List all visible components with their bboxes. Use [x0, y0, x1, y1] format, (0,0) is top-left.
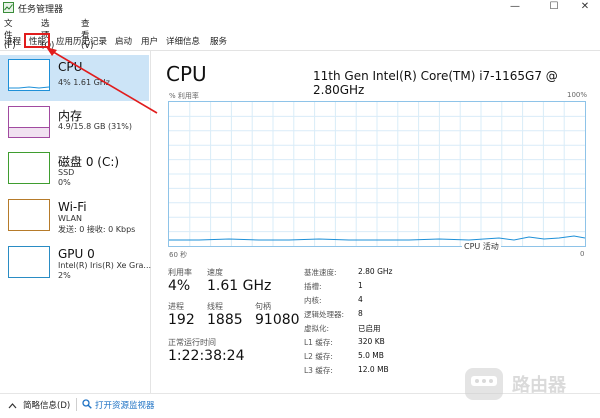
spec-label: 插槽: [304, 282, 322, 291]
tab-users[interactable]: 用户 [141, 35, 158, 47]
router-logo-icon [465, 368, 503, 400]
spec-value: 8 [358, 309, 363, 318]
spec-value: 5.0 MB [358, 351, 384, 360]
close-button[interactable]: ✕ [570, 0, 600, 16]
spec-label: 内核: [304, 296, 322, 305]
proc-label: 进程 [168, 302, 184, 311]
spec-label: 虚拟化: [304, 324, 330, 333]
minimize-button[interactable]: — [500, 0, 530, 16]
sidebar-item-detail-2: 发送: 0 接收: 0 Kbps [58, 225, 136, 234]
spec-value: 已启用 [358, 324, 381, 333]
sidebar-item-label: Wi-Fi [58, 200, 87, 214]
task-manager-icon [3, 2, 14, 13]
sidebar-item-detail-2: 2% [58, 271, 71, 280]
sidebar-item-wifi[interactable]: Wi-Fi WLAN 发送: 0 接收: 0 Kbps [0, 195, 149, 241]
sidebar-item-memory[interactable]: 内存 4.9/15.8 GB (31%) [0, 102, 149, 148]
spec-label: L3 缓存: [304, 366, 333, 375]
sidebar-item-detail: SSD [58, 168, 75, 177]
page-title: CPU [166, 62, 207, 86]
spec-label: 基准速度: [304, 268, 337, 277]
chevron-up-icon [8, 403, 17, 409]
tab-bar: 进程 性能 应用历史记录 启动 用户 详细信息 服务 [0, 33, 600, 51]
proc-value: 192 [168, 312, 195, 328]
graph-x-left: 60 秒 [169, 251, 188, 259]
spec-label: 逻辑处理器: [304, 310, 345, 319]
thread-label: 线程 [207, 302, 223, 311]
resource-monitor-icon [82, 399, 92, 409]
cpu-graph-icon [8, 59, 50, 91]
tab-details[interactable]: 详细信息 [166, 35, 200, 47]
uptime-value: 1:22:38:24 [168, 348, 245, 364]
spec-value: 320 KB [358, 337, 385, 346]
handle-value: 91080 [255, 312, 300, 328]
resource-sidebar: CPU 4% 1.61 GHz 内存 4.9/15.8 GB (31%) 磁盘 … [0, 51, 151, 393]
uptime-label: 正常运行时间 [168, 338, 216, 347]
cpu-model-name: 11th Gen Intel(R) Core(TM) i7-1165G7 @ 2… [313, 69, 558, 97]
sidebar-item-detail: 4.9/15.8 GB (31%) [58, 122, 133, 131]
spec-value: 4 [358, 295, 363, 304]
spec-label: L2 缓存: [304, 352, 333, 361]
tab-app-history[interactable]: 应用历史记录 [56, 35, 107, 47]
util-value: 4% [168, 278, 191, 294]
cpu-graph-svg [169, 102, 585, 246]
gpu-graph-icon [8, 246, 50, 278]
memory-graph-icon [8, 106, 50, 138]
sidebar-item-cpu[interactable]: CPU 4% 1.61 GHz [0, 55, 149, 101]
title-bar: 任务管理器 — ☐ ✕ [0, 0, 600, 16]
sidebar-item-detail-2: 0% [58, 178, 71, 187]
watermark-text: 路由器 [512, 375, 566, 396]
cpu-usage-graph [168, 101, 586, 247]
spec-value: 12.0 MB [358, 365, 389, 374]
open-resource-monitor-link[interactable]: 打开资源监视器 [95, 399, 155, 411]
tab-highlight-box [24, 33, 50, 48]
graph-x-right: 0 [580, 250, 585, 258]
sidebar-item-detail: WLAN [58, 214, 83, 223]
sidebar-item-label: CPU [58, 60, 83, 74]
speed-value: 1.61 GHz [207, 278, 272, 294]
wifi-graph-icon [8, 199, 50, 231]
graph-y-max: 100% [567, 91, 588, 99]
tab-startup[interactable]: 启动 [115, 35, 132, 47]
maximize-button[interactable]: ☐ [539, 0, 569, 16]
thread-value: 1885 [207, 312, 243, 328]
divider [76, 398, 77, 411]
sidebar-item-label: GPU 0 [58, 247, 95, 261]
disk-graph-icon [8, 152, 50, 184]
handle-label: 句柄 [255, 302, 271, 311]
spec-value: 2.80 GHz [358, 267, 393, 276]
graph-legend: CPU 活动 [462, 241, 501, 252]
window-title: 任务管理器 [18, 5, 64, 15]
brief-info-button[interactable]: 简略信息(D) [23, 399, 70, 411]
spec-value: 1 [358, 281, 363, 290]
sidebar-item-detail: 4% 1.61 GHz [58, 78, 111, 87]
watermark-logo: 路由器 [462, 360, 596, 410]
sidebar-item-disk[interactable]: 磁盘 0 (C:) SSD 0% [0, 148, 149, 194]
sidebar-item-detail: Intel(R) Iris(R) Xe Gra... [58, 261, 152, 270]
sidebar-item-gpu[interactable]: GPU 0 Intel(R) Iris(R) Xe Gra... 2% [0, 242, 152, 288]
graph-y-label: % 利用率 [169, 92, 199, 100]
speed-label: 速度 [207, 268, 223, 277]
util-label: 利用率 [168, 268, 192, 277]
tab-processes[interactable]: 进程 [4, 35, 21, 47]
tab-services[interactable]: 服务 [210, 35, 227, 47]
spec-label: L1 缓存: [304, 338, 333, 347]
